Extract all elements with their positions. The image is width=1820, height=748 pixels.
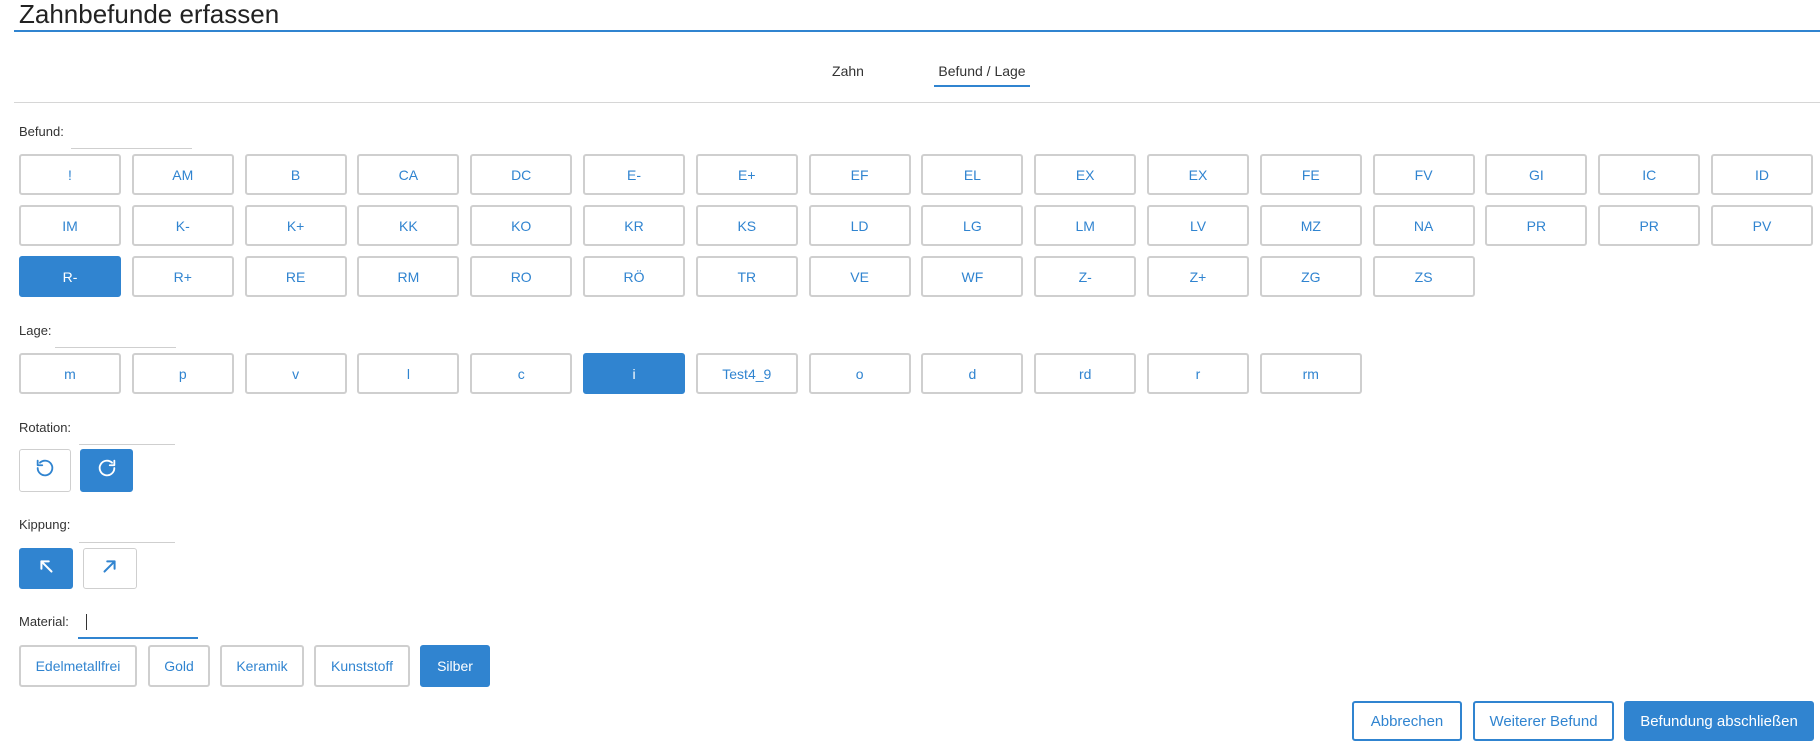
lage-option-button[interactable]: d [921, 353, 1024, 394]
befund-option-button[interactable]: K- [131, 205, 234, 246]
material-input[interactable] [78, 611, 198, 639]
rotation-label-underline [79, 444, 175, 445]
befund-option-button[interactable]: PV [1711, 205, 1813, 246]
befund-option-button[interactable]: AM [131, 154, 234, 195]
rotate-ccw-button[interactable] [19, 449, 71, 492]
befund-option-button[interactable]: PR [1598, 205, 1701, 246]
lage-option-button[interactable]: m [19, 353, 121, 394]
befund-option-button[interactable]: CA [357, 154, 460, 195]
tabs-divider [14, 102, 1820, 103]
rotate-cw-icon [96, 457, 118, 484]
lage-option-button[interactable]: l [357, 353, 460, 394]
befund-option-button[interactable]: RM [357, 256, 460, 297]
title-divider [14, 30, 1820, 32]
befund-option-button[interactable]: TR [695, 256, 798, 297]
befund-option-button[interactable]: EX [1147, 154, 1249, 195]
befund-option-button[interactable]: FE [1259, 154, 1362, 195]
befund-option-button[interactable]: KO [470, 205, 573, 246]
befund-option-button[interactable]: KR [583, 205, 685, 246]
page-title: Zahnbefunde erfassen [19, 0, 280, 29]
befund-option-button[interactable]: EF [808, 154, 911, 195]
befund-option-button[interactable]: LM [1034, 205, 1137, 246]
lage-option-button[interactable]: v [244, 353, 347, 394]
befund-option-button[interactable]: LG [921, 205, 1024, 246]
material-option-button[interactable]: Silber [420, 645, 490, 687]
lage-option-button[interactable]: p [131, 353, 234, 394]
tab-bar: Zahn Befund / Lage [0, 60, 1820, 90]
befund-option-button[interactable]: E+ [695, 154, 798, 195]
befund-option-button[interactable]: ZS [1372, 256, 1475, 297]
text-cursor [86, 614, 87, 630]
lage-option-button[interactable]: i [583, 353, 685, 394]
rotate-ccw-icon [34, 457, 56, 484]
befund-option-button[interactable]: GI [1485, 154, 1588, 195]
befund-option-button[interactable]: IM [19, 205, 121, 246]
befund-option-button[interactable]: ZG [1259, 256, 1362, 297]
tab-befund-lage[interactable]: Befund / Lage [934, 60, 1030, 87]
befund-option-button[interactable]: KS [695, 205, 798, 246]
kippung-label: Kippung: [19, 517, 71, 532]
befund-option-button[interactable]: Z- [1034, 256, 1137, 297]
befund-option-button[interactable]: EX [1034, 154, 1137, 195]
befund-option-button[interactable]: RÖ [583, 256, 685, 297]
befund-option-button[interactable]: LD [808, 205, 911, 246]
befund-option-button[interactable]: RO [470, 256, 573, 297]
rotate-cw-button[interactable] [80, 449, 133, 492]
befund-option-button[interactable]: FV [1372, 154, 1475, 195]
arrow-up-left-icon [35, 555, 57, 582]
material-option-button[interactable]: Kunststoff [314, 645, 410, 687]
lage-option-button[interactable]: rm [1259, 353, 1362, 394]
befund-option-button[interactable]: E- [583, 154, 685, 195]
befund-option-button[interactable]: PR [1485, 205, 1588, 246]
befund-option-button[interactable]: KK [357, 205, 460, 246]
lage-label-underline [55, 347, 176, 348]
add-finding-button[interactable]: Weiterer Befund [1473, 701, 1614, 741]
befund-label: Befund: [19, 124, 64, 139]
tab-zahn[interactable]: Zahn [820, 60, 876, 87]
befund-option-button[interactable]: ID [1711, 154, 1813, 195]
material-option-button[interactable]: Keramik [220, 645, 304, 687]
arrow-up-right-icon [99, 555, 121, 582]
befund-option-button[interactable]: DC [470, 154, 573, 195]
befund-option-button[interactable]: K+ [244, 205, 347, 246]
lage-option-button[interactable]: o [808, 353, 911, 394]
befund-option-button[interactable]: IC [1598, 154, 1701, 195]
lage-option-button[interactable]: Test4_9 [695, 353, 798, 394]
material-label: Material: [19, 614, 69, 629]
cancel-button[interactable]: Abbrechen [1352, 701, 1462, 741]
befund-option-button[interactable]: WF [921, 256, 1024, 297]
befund-option-button[interactable]: R+ [131, 256, 234, 297]
befund-option-button[interactable]: NA [1372, 205, 1475, 246]
material-option-button[interactable]: Gold [148, 645, 210, 687]
material-option-button[interactable]: Edelmetallfrei [19, 645, 137, 687]
befund-option-button[interactable]: LV [1147, 205, 1249, 246]
befund-option-button[interactable]: Z+ [1147, 256, 1249, 297]
befund-option-button[interactable]: RE [244, 256, 347, 297]
befund-option-button[interactable]: R- [19, 256, 121, 297]
kippung-label-underline [79, 542, 175, 543]
lage-option-button[interactable]: r [1147, 353, 1249, 394]
tilt-right-button[interactable] [83, 548, 137, 589]
befund-option-button[interactable]: B [244, 154, 347, 195]
rotation-label: Rotation: [19, 420, 72, 435]
lage-option-button[interactable]: rd [1034, 353, 1137, 394]
befund-label-underline [71, 148, 192, 149]
lage-option-button[interactable]: c [470, 353, 573, 394]
lage-label: Lage: [19, 323, 52, 338]
finish-findings-button[interactable]: Befundung abschließen [1624, 701, 1814, 741]
tilt-left-button[interactable] [19, 548, 73, 589]
befund-option-button[interactable]: MZ [1259, 205, 1362, 246]
befund-option-button[interactable]: ! [19, 154, 121, 195]
befund-option-button[interactable]: EL [921, 154, 1024, 195]
befund-option-button[interactable]: VE [808, 256, 911, 297]
